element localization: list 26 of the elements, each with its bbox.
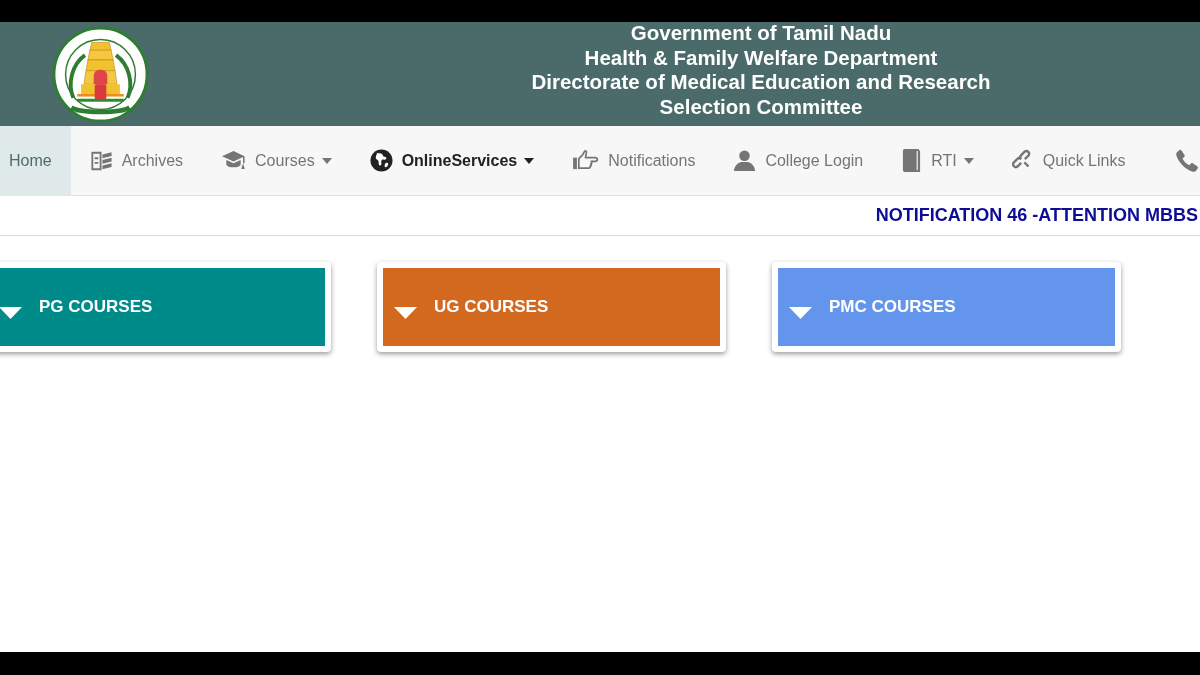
header-title-line: Selection Committee: [659, 94, 863, 119]
graduation-cap-icon: [221, 150, 247, 171]
nav-link[interactable]: Courses: [202, 126, 351, 195]
course-dropdown-button[interactable]: PMC COURSES: [778, 268, 1115, 346]
nav-link[interactable]: Archives: [70, 126, 203, 195]
course-dropdown-button[interactable]: UG COURSES: [383, 268, 720, 346]
header-title-line: Government of Tamil Nadu: [630, 21, 892, 46]
nav-link[interactable]: OnlineServices: [350, 126, 554, 195]
globe-icon: [369, 149, 393, 172]
notification-text: NOTIFICATION 46 -ATTENTION MBBS: [875, 205, 1198, 226]
nav-link[interactable]: RTI: [882, 126, 993, 195]
caret-icon: [394, 307, 417, 319]
phone-icon: [1175, 148, 1199, 173]
header-title-line: Directorate of Medical Education and Research: [531, 70, 991, 95]
header-title-line: Health & Family Welfare Department: [584, 45, 938, 70]
book-icon: [901, 148, 923, 173]
caret-icon: [0, 307, 22, 319]
pointing-hand-icon: [572, 150, 600, 171]
nav-link[interactable]: College Login: [714, 126, 883, 195]
course-dropdown-button[interactable]: PG COURSES: [0, 268, 325, 346]
user-icon: [733, 149, 757, 172]
archive-icon: [89, 149, 113, 172]
nav-link[interactable]: Quick Links: [992, 126, 1145, 195]
nav-link[interactable]: Notifications: [553, 126, 715, 195]
nav-link[interactable]: Home: [0, 126, 71, 195]
caret-icon: [789, 307, 812, 319]
